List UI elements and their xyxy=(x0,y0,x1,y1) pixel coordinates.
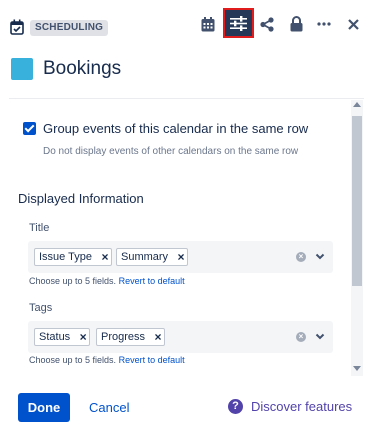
chip-progress: Progress × xyxy=(96,328,166,346)
panel-header: SCHEDULING xyxy=(0,0,378,48)
tags-field-help: Choose up to 5 fields. Revert to default xyxy=(29,355,185,365)
share-icon xyxy=(260,16,274,32)
group-row-label[interactable]: Group events of this calendar in the sam… xyxy=(43,121,308,136)
question-icon: ? xyxy=(228,399,243,414)
scrollbar-thumb[interactable] xyxy=(352,116,362,286)
more-icon xyxy=(317,22,331,26)
chip-status: Status × xyxy=(34,328,91,346)
scroll-down-arrow-icon[interactable] xyxy=(353,366,361,371)
displayed-information-heading: Displayed Information xyxy=(18,191,144,206)
tags-revert-link[interactable]: Revert to default xyxy=(119,355,185,365)
chip-issue-type: Issue Type × xyxy=(34,248,112,266)
chevron-down-icon[interactable] xyxy=(314,250,326,262)
remove-chip-icon[interactable]: × xyxy=(152,331,164,343)
remove-chip-icon[interactable]: × xyxy=(175,251,187,263)
more-actions-button[interactable] xyxy=(312,13,336,35)
panel-footer: Done Cancel ? Discover features xyxy=(0,378,378,423)
calendar-view-button[interactable] xyxy=(196,13,220,35)
title-revert-link[interactable]: Revert to default xyxy=(119,276,185,286)
clear-icon[interactable]: × xyxy=(296,252,306,262)
calendar-title: Bookings xyxy=(43,58,122,79)
calendar-icon xyxy=(201,16,215,31)
chevron-down-icon[interactable] xyxy=(314,330,326,342)
scheduling-badge: SCHEDULING xyxy=(30,20,109,36)
display-settings-button[interactable] xyxy=(223,8,254,38)
title-field-label: Title xyxy=(29,222,50,234)
done-button[interactable]: Done xyxy=(18,393,70,422)
close-button[interactable] xyxy=(341,13,365,35)
group-row-help: Do not display events of other calendars… xyxy=(43,146,299,157)
tags-field-label: Tags xyxy=(29,302,53,314)
scroll-up-arrow-icon[interactable] xyxy=(353,102,361,107)
chip-label: Progress xyxy=(101,331,146,343)
group-row-checkbox[interactable] xyxy=(23,122,36,135)
calendar-title-row: Bookings xyxy=(11,57,121,81)
chip-label: Issue Type xyxy=(39,251,92,263)
chip-label: Summary xyxy=(121,251,169,263)
share-button[interactable] xyxy=(255,13,279,35)
chip-summary: Summary × xyxy=(116,248,189,266)
discover-features-label: Discover features xyxy=(251,399,353,414)
discover-features-link[interactable]: ? Discover features xyxy=(228,399,352,414)
permissions-button[interactable] xyxy=(284,13,308,35)
tags-fields-select[interactable]: Status × Progress × × xyxy=(28,321,333,353)
calendar-small-icon xyxy=(10,19,24,35)
clear-icon[interactable]: × xyxy=(296,332,306,342)
chip-label: Status xyxy=(39,331,71,343)
remove-chip-icon[interactable]: × xyxy=(77,331,89,343)
sliders-icon xyxy=(230,15,247,31)
cancel-button[interactable]: Cancel xyxy=(89,400,129,415)
remove-chip-icon[interactable]: × xyxy=(99,251,111,263)
lock-icon xyxy=(290,16,302,32)
close-icon xyxy=(347,18,359,30)
title-field-help: Choose up to 5 fields. Revert to default xyxy=(29,276,185,286)
title-fields-select[interactable]: Issue Type × Summary × × xyxy=(28,241,333,273)
calendar-color-swatch[interactable] xyxy=(11,58,33,80)
